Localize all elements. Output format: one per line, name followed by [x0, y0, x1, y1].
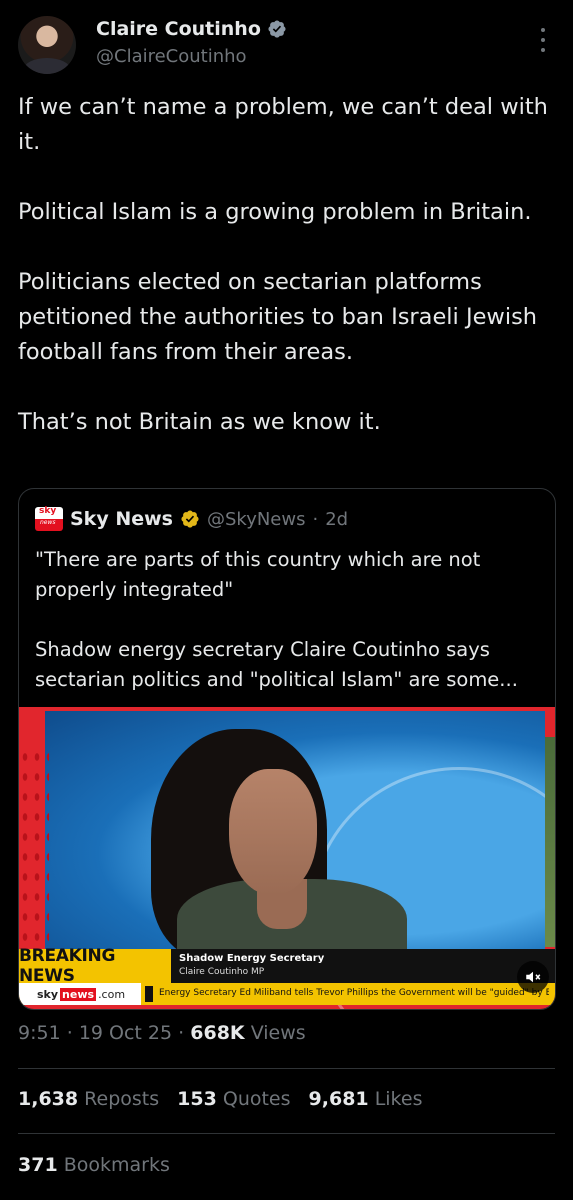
ticker-text: Energy Secretary Ed Miliband tells Trevo… — [159, 988, 549, 998]
studio-dots — [19, 747, 49, 947]
sky-news-avatar[interactable] — [35, 506, 63, 531]
lower-third-subtitle: Claire Coutinho MP — [179, 967, 265, 977]
studio-window — [545, 737, 555, 947]
lower-third: BREAKING NEWS Shadow Energy Secretary Cl… — [19, 946, 555, 986]
separator-dot: · — [312, 508, 319, 530]
ticker-brand-news: news — [60, 987, 97, 1001]
meta-dot: · — [66, 1022, 73, 1044]
sky-news-com-logo: sky news .com — [19, 983, 141, 1005]
ticker-brand-com: .com — [98, 987, 126, 1001]
quoted-tweet-body: "There are parts of this country which a… — [35, 545, 545, 695]
meta-dot: · — [178, 1022, 185, 1044]
bookmarks-count: 371 — [18, 1154, 58, 1176]
author-handle[interactable]: @ClaireCoutinho — [96, 46, 247, 67]
tweet-meta: 9:51 · 19 Oct 25 · 668K Views — [18, 1022, 306, 1044]
quoted-paragraph: "There are parts of this country which a… — [35, 548, 481, 601]
video-player[interactable]: BREAKING NEWS Shadow Energy Secretary Cl… — [19, 707, 555, 1009]
tweet-paragraph: If we can’t name a problem, we can’t dea… — [18, 94, 548, 155]
quotes-count: 153 — [177, 1088, 217, 1110]
quoted-author-handle[interactable]: @SkyNews — [207, 509, 306, 530]
likes-stat[interactable]: 9,681 Likes — [309, 1088, 423, 1110]
gold-verified-badge-icon — [181, 510, 199, 528]
quoted-paragraph: Shadow energy secretary Claire Coutinho … — [35, 638, 518, 691]
reposts-count: 1,638 — [18, 1088, 79, 1110]
likes-label: Likes — [374, 1088, 423, 1110]
video-subject — [137, 729, 427, 979]
quotes-label: Quotes — [222, 1088, 291, 1110]
author-name[interactable]: Claire Coutinho — [96, 18, 261, 40]
volume-muted-icon[interactable] — [517, 961, 549, 993]
more-vertical-icon[interactable] — [536, 28, 550, 52]
views-count: 668K — [190, 1022, 245, 1044]
tweet-time[interactable]: 9:51 — [18, 1022, 61, 1044]
breaking-news-label: BREAKING NEWS — [19, 946, 171, 986]
tweet-paragraph: That’s not Britain as we know it. — [18, 409, 381, 435]
ticker-separator — [145, 986, 153, 1002]
lower-third-title: Shadow Energy Secretary — [179, 953, 325, 964]
verified-badge-icon — [268, 20, 286, 38]
divider — [18, 1068, 555, 1069]
ticker-brand-sky: sky — [37, 987, 59, 1001]
reposts-stat[interactable]: 1,638 Reposts — [18, 1088, 159, 1110]
quotes-stat[interactable]: 153 Quotes — [177, 1088, 290, 1110]
tweet-paragraph: Political Islam is a growing problem in … — [18, 199, 532, 225]
quoted-tweet-header: Sky News @SkyNews · 2d — [35, 506, 348, 531]
quoted-tweet-card[interactable]: Sky News @SkyNews · 2d "There are parts … — [18, 488, 556, 1010]
tweet-paragraph: Politicians elected on sectarian platfor… — [18, 269, 538, 365]
engagement-stats: 1,638 Reposts 153 Quotes 9,681 Likes — [18, 1088, 422, 1110]
news-ticker: sky news .com Energy Secretary Ed Miliba… — [19, 983, 555, 1005]
bookmarks-stat[interactable]: 371 Bookmarks — [18, 1154, 170, 1176]
tweet-date[interactable]: 19 Oct 25 — [79, 1022, 172, 1044]
author-avatar[interactable] — [18, 16, 76, 74]
author-name-row: Claire Coutinho — [96, 18, 287, 40]
views-label: Views — [250, 1022, 306, 1044]
tweet-body: If we can’t name a problem, we can’t dea… — [18, 90, 558, 440]
divider — [18, 1133, 555, 1134]
reposts-label: Reposts — [84, 1088, 160, 1110]
quoted-author-name[interactable]: Sky News — [70, 508, 173, 530]
likes-count: 9,681 — [308, 1088, 369, 1110]
quoted-tweet-age[interactable]: 2d — [325, 509, 348, 530]
bookmarks-label: Bookmarks — [63, 1154, 170, 1176]
tweet-header: Claire Coutinho @ClaireCoutinho — [0, 0, 573, 90]
